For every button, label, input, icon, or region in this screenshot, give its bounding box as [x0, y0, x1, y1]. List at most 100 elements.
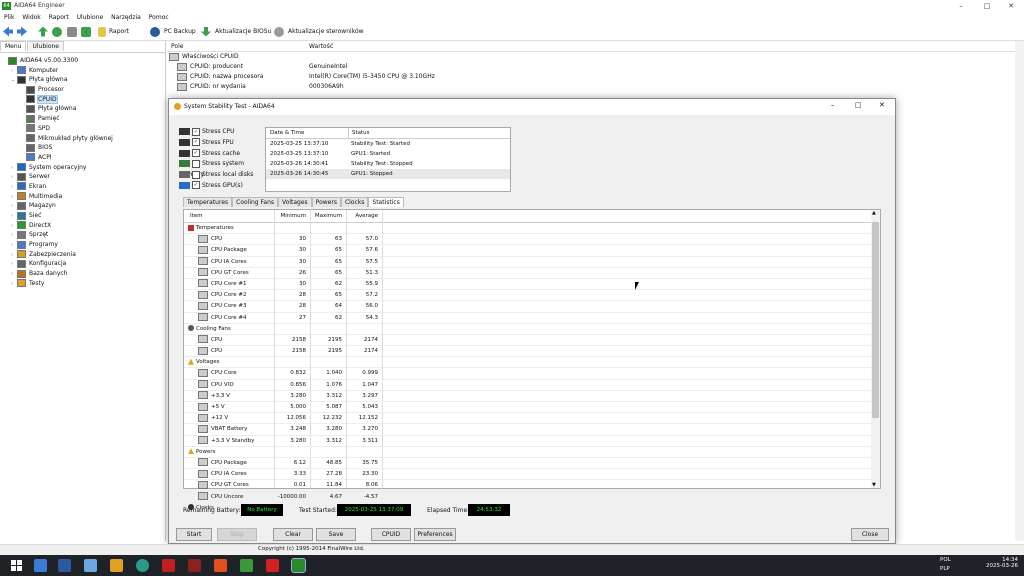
tree-item[interactable]: › System operacyjny [0, 163, 165, 173]
dialog-close-icon[interactable]: ✕ [879, 101, 885, 109]
tree-item[interactable]: › Programy [0, 240, 165, 250]
drivers-update-button[interactable]: Aktualizacje sterowników [288, 26, 364, 38]
column-status[interactable]: Status [348, 128, 370, 138]
statistics-group-row[interactable]: Cooling Fans [184, 324, 880, 335]
pcbackup-button[interactable]: PC Backup [164, 26, 196, 38]
statistics-row[interactable]: +3.3 V 3.280 3.312 3.297 [184, 391, 880, 402]
tab-favorites[interactable]: Ulubione [27, 41, 64, 51]
dialog-maximize-button[interactable]: □ [855, 101, 862, 109]
drivers-update-icon[interactable] [274, 26, 284, 38]
statistics-row[interactable]: CPU Core #1 30 62 55.9 [184, 279, 880, 291]
scroll-up-icon[interactable]: ▲ [872, 210, 876, 216]
up-icon[interactable] [38, 26, 48, 38]
taskbar-app-icon[interactable] [58, 559, 71, 572]
tree-item[interactable]: › Magazyn [0, 201, 165, 211]
column-date-time[interactable]: Date & Time [270, 128, 304, 138]
tree-item[interactable]: ⌄ Płyta główna [0, 75, 165, 85]
taskbar-pdf-icon[interactable] [266, 559, 279, 572]
save-button[interactable]: Save [316, 528, 356, 541]
menu-pomoc[interactable]: Pomoc [149, 14, 169, 21]
tree-item[interactable]: › Testy [0, 279, 165, 289]
stress-option[interactable]: ✓ Stress FPU [179, 138, 263, 149]
report-button[interactable]: Raport [109, 26, 129, 38]
statistics-row[interactable]: CPU IA Cores 3.33 27.28 23.30 [184, 469, 880, 481]
keyboard-layout-indicator[interactable]: PLP [940, 566, 950, 572]
user-icon[interactable] [67, 26, 77, 38]
tree-item[interactable]: CPUID [0, 94, 165, 105]
column-field[interactable]: Pole [171, 43, 183, 50]
taskbar-app-icon[interactable] [240, 559, 253, 572]
tree-item[interactable]: BIOS [0, 143, 165, 153]
stress-checkbox[interactable]: ✓ [192, 149, 200, 158]
tree-item[interactable]: › Konfiguracja [0, 259, 165, 269]
menu-raport[interactable]: Raport [49, 14, 69, 21]
pcbackup-icon[interactable] [150, 26, 160, 38]
scroll-down-icon[interactable]: ▼ [872, 482, 876, 488]
statistics-row[interactable]: CPU Package 30 65 57.6 [184, 245, 880, 257]
tab-voltages[interactable]: Voltages [278, 197, 312, 207]
menu-plik[interactable]: Plik [4, 14, 14, 21]
taskbar-app-icon[interactable] [162, 559, 175, 572]
column-value[interactable]: Wartość [309, 43, 333, 50]
scrollbar-thumb[interactable] [872, 222, 879, 418]
statistics-row[interactable]: +3.3 V Standby 3.280 3.312 3.311 [184, 436, 880, 447]
column-average[interactable]: Average [348, 210, 378, 222]
statistics-group-row[interactable]: Clocks [184, 503, 880, 514]
tab-cooling-fans[interactable]: Cooling Fans [232, 197, 279, 207]
chart-icon[interactable] [81, 26, 91, 38]
stress-option[interactable]: ✓ Stress cache [179, 149, 263, 160]
tree-item[interactable]: › Baza danych [0, 269, 165, 279]
statistics-scrollbar[interactable]: ▲ ▼ [871, 210, 880, 488]
column-item[interactable]: Item [184, 210, 274, 222]
statistics-row[interactable]: CPU GT Cores 0.01 11.84 8.06 [184, 480, 880, 492]
stress-option[interactable]: ✓ Stress CPU [179, 127, 263, 138]
taskbar-folder-icon[interactable] [110, 559, 123, 572]
menu-ulubione[interactable]: Ulubione [77, 14, 104, 21]
clear-button[interactable]: Clear [273, 528, 313, 541]
stress-option[interactable]: Stress system memory [179, 159, 263, 178]
taskbar-app-icon[interactable] [188, 559, 201, 572]
statistics-row[interactable]: CPU 2158 2195 2174 [184, 335, 880, 347]
taskbar-app-icon[interactable] [214, 559, 227, 572]
statistics-row[interactable]: CPU VID 0.856 1.076 1.047 [184, 380, 880, 391]
start-button[interactable]: Start [176, 528, 212, 541]
menu-widok[interactable]: Widok [22, 14, 40, 21]
column-maximum[interactable]: Maximum [312, 210, 342, 222]
statistics-row[interactable]: CPU Uncore -10000.00 4.67 -4.57 [184, 492, 880, 503]
statistics-row[interactable]: +5 V 5.000 5.087 5.043 [184, 402, 880, 414]
taskbar-aida64-icon[interactable] [291, 558, 306, 573]
stress-checkbox[interactable] [192, 170, 200, 179]
statistics-row[interactable]: CPU Core #4 27 62 54.3 [184, 313, 880, 324]
tab-statistics[interactable]: Statistics [368, 197, 404, 207]
bios-update-button[interactable]: Aktualizacje BIOSu [215, 26, 271, 38]
tree-item[interactable]: › Ekran [0, 182, 165, 192]
statistics-row[interactable]: CPU Core #3 28 64 56.0 [184, 301, 880, 313]
tab-powers[interactable]: Powers [311, 197, 341, 207]
tree-item[interactable]: SPD [0, 124, 165, 134]
tree-item[interactable]: › Serwer [0, 172, 165, 182]
details-scrollbar[interactable] [1015, 41, 1024, 541]
forward-icon[interactable] [17, 26, 27, 38]
details-row[interactable]: CPUID: producent GenuineIntel [167, 62, 1024, 72]
windows-start-icon[interactable] [10, 559, 23, 572]
tree-item[interactable]: ACPI [0, 153, 165, 163]
stop-button[interactable]: Stop [217, 528, 257, 541]
tree-item[interactable]: › Sprzęt [0, 230, 165, 240]
statistics-row[interactable]: CPU IA Cores 30 65 57.5 [184, 257, 880, 268]
tab-clocks[interactable]: Clocks [340, 197, 369, 207]
tree-item[interactable]: Mikroukład płyty głównej [0, 134, 165, 144]
tree-item[interactable]: Procesor [0, 85, 165, 95]
close-button[interactable]: Close [851, 528, 889, 541]
statistics-row[interactable]: CPU 2158 2195 2174 [184, 346, 880, 358]
status-log-row[interactable]: 2025-03-25 13:37:10 Stability Test: Start… [266, 139, 510, 149]
menu-narzedzia[interactable]: Narzędzia [111, 14, 141, 21]
cpuid-button[interactable]: CPUID [371, 528, 411, 541]
stress-checkbox[interactable]: ✓ [192, 127, 200, 136]
stress-option[interactable]: Stress local disks [179, 170, 263, 181]
tree-item[interactable]: › Zabezpieczenia [0, 250, 165, 260]
statistics-group-row[interactable]: Powers [184, 447, 880, 458]
statistics-row[interactable]: CPU Core 0.832 1.040 0.999 [184, 368, 880, 380]
close-window-button[interactable]: ✕ [996, 0, 1024, 12]
tree-item[interactable]: › DirectX [0, 221, 165, 231]
statistics-group-row[interactable]: Voltages [184, 357, 880, 369]
